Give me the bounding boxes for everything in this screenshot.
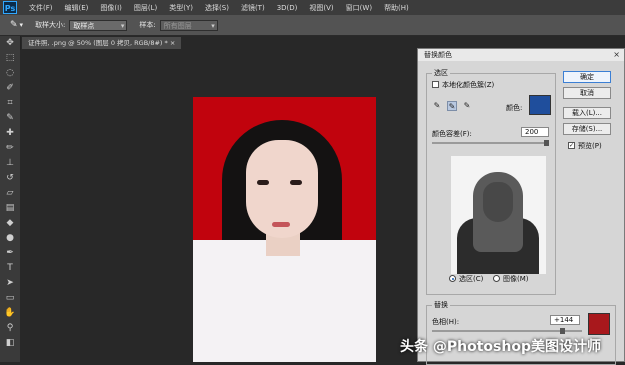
path-select-tool-icon[interactable]: ➤ — [0, 276, 20, 291]
blur-tool-icon[interactable]: ◆ — [0, 216, 20, 231]
crop-tool-icon[interactable]: ⌗ — [0, 96, 20, 111]
menu-image[interactable]: 图像(I) — [100, 3, 122, 13]
preview-checkbox[interactable]: ✓ — [568, 142, 575, 149]
photoshop-logo: Ps — [3, 1, 17, 14]
history-brush-icon[interactable]: ↺ — [0, 171, 20, 186]
type-tool-icon[interactable]: T — [0, 261, 20, 276]
sample-label: 样本: — [139, 21, 156, 29]
stamp-tool-icon[interactable]: ⊥ — [0, 156, 20, 171]
sample-size-label: 取样大小: — [35, 21, 66, 29]
zoom-tool-icon[interactable]: ⚲ — [0, 321, 20, 336]
quick-select-tool-icon[interactable]: ✐ — [0, 81, 20, 96]
watermark-text: 头条 @Photoshop美图设计师 — [400, 339, 601, 355]
fuzziness-input[interactable]: 200 — [521, 127, 549, 137]
dialog-titlebar[interactable]: 替换颜色 × — [418, 49, 624, 61]
brush-tool-icon[interactable]: ✏ — [0, 141, 20, 156]
portrait-right-eye — [290, 180, 302, 185]
document-tab[interactable]: 证件照, .png @ 50% (图层 0 拷贝, RGB/8#) * × — [22, 37, 182, 49]
dialog-title: 替换颜色 — [424, 51, 452, 59]
eyedropper-plus-icon[interactable]: ✎ — [447, 101, 457, 111]
fuzziness-slider-thumb[interactable] — [544, 140, 549, 146]
color-label: 颜色: — [506, 104, 523, 112]
menu-help[interactable]: 帮助(H) — [384, 3, 409, 13]
fuzziness-label: 颜色容差(F): — [432, 130, 472, 138]
load-button[interactable]: 载入(L)... — [563, 107, 611, 119]
hand-tool-icon[interactable]: ✋ — [0, 306, 20, 321]
chevron-down-icon[interactable]: ▾ — [20, 21, 24, 29]
shape-tool-icon[interactable]: ▭ — [0, 291, 20, 306]
hue-slider-thumb[interactable] — [560, 328, 565, 334]
hue-label: 色相(H): — [432, 318, 460, 326]
eyedropper-tool-icon[interactable]: ✎ — [0, 111, 20, 126]
selected-color-swatch[interactable] — [529, 95, 551, 115]
menu-filter[interactable]: 滤镜(T) — [241, 3, 265, 13]
save-button[interactable]: 存储(S)... — [563, 123, 611, 135]
selection-radio-label: 选区(C) — [459, 275, 484, 283]
dodge-tool-icon[interactable]: ● — [0, 231, 20, 246]
pen-tool-icon[interactable]: ✒ — [0, 246, 20, 261]
eyedropper-icon[interactable]: ✎ — [10, 20, 18, 30]
toolbox: ✥ ⬚ ◌ ✐ ⌗ ✎ ✚ ✏ ⊥ ↺ ▱ ▤ ◆ ● ✒ T ➤ ▭ ✋ ⚲ … — [0, 36, 21, 362]
lasso-tool-icon[interactable]: ◌ — [0, 66, 20, 81]
menu-3d[interactable]: 3D(D) — [277, 4, 298, 12]
menu-select[interactable]: 选择(S) — [205, 3, 229, 13]
sample-select[interactable]: 所有图层 — [159, 19, 218, 32]
menu-view[interactable]: 视图(V) — [309, 3, 333, 13]
menu-layer[interactable]: 图层(L) — [134, 3, 157, 13]
portrait-shirt — [193, 240, 376, 362]
close-icon[interactable]: × — [613, 49, 620, 61]
fuzziness-slider-track[interactable] — [432, 142, 548, 144]
selection-group-label: 选区 — [432, 68, 450, 78]
eyedropper-minus-icon[interactable]: ✎ — [462, 101, 472, 111]
marquee-tool-icon[interactable]: ⬚ — [0, 51, 20, 66]
menu-window[interactable]: 窗口(W) — [346, 3, 372, 13]
portrait-mouth — [272, 222, 290, 227]
gradient-tool-icon[interactable]: ▤ — [0, 201, 20, 216]
image-radio[interactable] — [493, 275, 500, 282]
result-color-swatch[interactable] — [588, 313, 610, 335]
move-tool-icon[interactable]: ✥ — [0, 36, 20, 51]
replace-group-label: 替换 — [432, 300, 450, 310]
options-bar: ✎ ▾ 取样大小: 取样点 样本: 所有图层 — [0, 15, 625, 36]
menu-bar: Ps 文件(F) 编辑(E) 图像(I) 图层(L) 类型(Y) 选择(S) 滤… — [0, 0, 625, 15]
menu-edit[interactable]: 编辑(E) — [65, 3, 89, 13]
menu-type[interactable]: 类型(Y) — [169, 3, 193, 13]
selection-radio[interactable] — [449, 275, 456, 282]
preview-label: 预览(P) — [578, 142, 602, 150]
selection-preview — [451, 156, 546, 274]
hue-input[interactable]: +144 — [550, 315, 580, 325]
preview-face-shape — [483, 182, 513, 222]
cancel-button[interactable]: 取消 — [563, 87, 611, 99]
healing-tool-icon[interactable]: ✚ — [0, 126, 20, 141]
menu-file[interactable]: 文件(F) — [29, 3, 53, 13]
color-swatches-icon[interactable]: ◧ — [0, 336, 20, 351]
eraser-tool-icon[interactable]: ▱ — [0, 186, 20, 201]
localized-color-checkbox[interactable] — [432, 81, 439, 88]
eyedropper-icon[interactable]: ✎ — [432, 101, 442, 111]
ok-button[interactable]: 确定 — [563, 71, 611, 83]
image-radio-label: 图像(M) — [503, 275, 529, 283]
localized-color-label: 本地化颜色簇(Z) — [442, 81, 495, 89]
sample-size-select[interactable]: 取样点 — [69, 19, 128, 32]
portrait-left-eye — [257, 180, 269, 185]
replace-color-dialog: 替换颜色 × 选区 本地化颜色簇(Z) ✎ ✎ ✎ 颜色: 颜色容差(F): 2… — [417, 48, 625, 365]
